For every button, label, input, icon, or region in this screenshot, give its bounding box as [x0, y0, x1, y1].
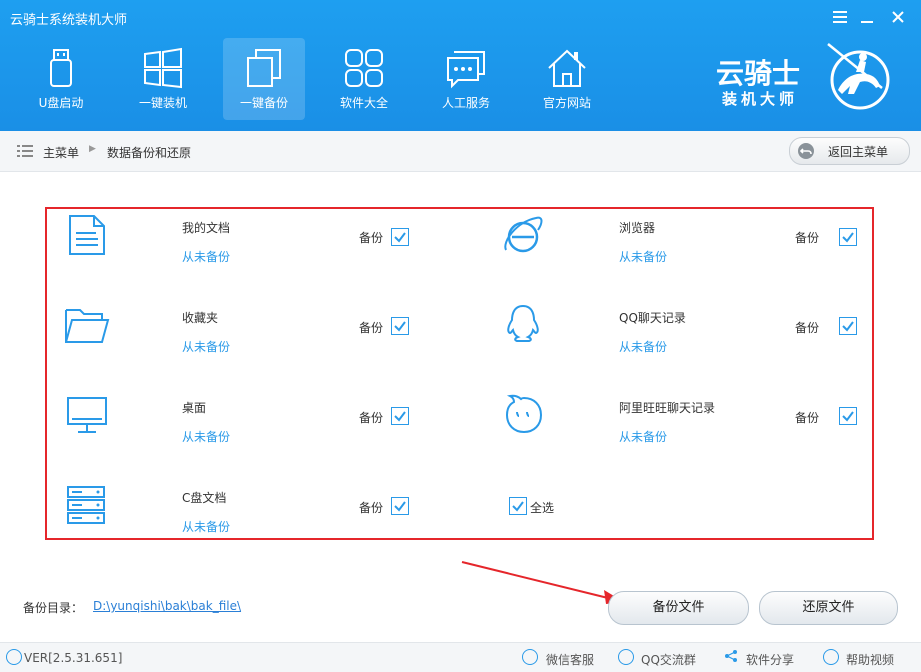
- backup-icon: [247, 49, 281, 87]
- brand-logo: 云骑士 装机大师: [716, 42, 896, 112]
- item-status: 从未备份: [182, 430, 231, 444]
- nav-manual-service[interactable]: 人工服务: [425, 38, 507, 120]
- backup-checkbox-my-documents[interactable]: [391, 228, 409, 246]
- item-name: 阿里旺旺聊天记录: [619, 401, 716, 415]
- backup-label: 备份: [795, 231, 820, 245]
- help-icon: [823, 649, 839, 665]
- annotation-arrow: [461, 561, 624, 604]
- item-name: 收藏夹: [182, 311, 219, 325]
- item-status: 从未备份: [619, 430, 668, 444]
- apps-icon: [345, 49, 383, 87]
- backup-items-panel: [45, 207, 874, 540]
- home-icon: [548, 49, 586, 87]
- select-all-checkbox[interactable]: [509, 497, 527, 515]
- item-name: 浏览器: [619, 221, 656, 235]
- nav-usb-boot[interactable]: U盘启动: [20, 38, 102, 120]
- monitor-icon: [67, 397, 107, 433]
- brand-line1: 云骑士: [716, 57, 801, 90]
- item-status: 从未备份: [182, 520, 231, 534]
- nav-label: 官方网站: [542, 96, 591, 110]
- list-icon: [17, 145, 33, 157]
- backup-checkbox-qq-chat[interactable]: [839, 317, 857, 335]
- nav-label: U盘启动: [38, 96, 84, 110]
- item-status: 从未备份: [619, 340, 668, 354]
- back-to-main-button[interactable]: 返回主菜单: [789, 137, 910, 165]
- item-status: 从未备份: [182, 340, 231, 354]
- knight-logo-icon: [827, 43, 890, 110]
- nav-one-click-install[interactable]: 一键装机: [122, 38, 204, 120]
- wechat-icon: [522, 649, 538, 665]
- item-status: 从未备份: [182, 250, 231, 264]
- windows-icon: [144, 47, 182, 89]
- backup-checkbox-wangwang-chat[interactable]: [839, 407, 857, 425]
- backup-label: 备份: [359, 231, 384, 245]
- brand-line2: 装机大师: [722, 90, 799, 108]
- help-video-link[interactable]: 帮助视频: [846, 651, 894, 668]
- qq-icon: [507, 304, 539, 342]
- breadcrumb: 主菜单 ▶ 数据备份和还原: [0, 131, 921, 172]
- nav-one-click-backup[interactable]: 一键备份: [223, 38, 305, 120]
- item-name: 桌面: [182, 401, 207, 415]
- backup-checkbox-favorites[interactable]: [391, 317, 409, 335]
- nav-label: 人工服务: [441, 96, 490, 110]
- backup-checkbox-desktop[interactable]: [391, 407, 409, 425]
- backup-label: 备份: [359, 411, 384, 425]
- backup-label: 备份: [795, 321, 820, 335]
- server-icon: [67, 486, 105, 524]
- close-icon[interactable]: [886, 6, 910, 30]
- nav-label: 软件大全: [339, 96, 388, 110]
- version-label: VER[2.5.31.651]: [24, 651, 123, 665]
- minimize-icon[interactable]: [855, 6, 879, 30]
- ie-browser-icon: [504, 216, 543, 253]
- software-share-link[interactable]: 软件分享: [746, 651, 794, 668]
- backup-label: 备份: [359, 321, 384, 335]
- qq-group-icon: [618, 649, 634, 665]
- back-arrow-icon: [798, 143, 814, 159]
- qq-group-link[interactable]: QQ交流群: [641, 651, 696, 668]
- backup-checkbox-browser[interactable]: [839, 228, 857, 246]
- backup-checkbox-c-drive-documents[interactable]: [391, 497, 409, 515]
- usb-icon: [50, 49, 72, 87]
- nav-label: 一键装机: [138, 96, 187, 110]
- breadcrumb-current: 数据备份和还原: [107, 146, 192, 160]
- footer-bar: VER[2.5.31.651] 微信客服 QQ交流群 软件分享 帮助视频: [0, 642, 921, 672]
- nav-official-site[interactable]: 官方网站: [526, 38, 608, 120]
- restore-files-button[interactable]: 还原文件: [759, 591, 898, 625]
- backup-label: 备份: [795, 411, 820, 425]
- backup-dir-path-link[interactable]: D:\yunqishi\bak\bak_file\: [93, 599, 241, 613]
- wechat-support-link[interactable]: 微信客服: [546, 651, 594, 668]
- backup-label: 备份: [359, 501, 384, 515]
- version-icon: [6, 649, 22, 665]
- select-all-label[interactable]: 全选: [530, 499, 554, 516]
- breadcrumb-root[interactable]: 主菜单: [43, 144, 79, 161]
- menu-icon[interactable]: [828, 6, 852, 30]
- item-status: 从未备份: [619, 250, 668, 264]
- header-bar: 云骑士系统装机大师 U盘启动 一键装机 一键备份 软件大全 人工服务 官方网站 …: [0, 0, 921, 131]
- app-title: 云骑士系统装机大师: [10, 13, 128, 28]
- chat-icon: [447, 51, 485, 89]
- item-name: C盘文档: [182, 491, 227, 505]
- share-icon: [724, 649, 738, 666]
- back-button-label: 返回主菜单: [828, 145, 889, 159]
- wangwang-icon: [505, 394, 543, 434]
- nav-software[interactable]: 软件大全: [323, 38, 405, 120]
- nav-label: 一键备份: [239, 96, 288, 110]
- document-icon: [69, 215, 105, 255]
- breadcrumb-arrow-icon: ▶: [89, 144, 96, 154]
- backup-files-button[interactable]: 备份文件: [608, 591, 749, 625]
- item-name: 我的文档: [182, 221, 231, 235]
- item-name: QQ聊天记录: [619, 311, 686, 325]
- folder-icon: [65, 309, 110, 343]
- backup-dir-label: 备份目录：: [23, 601, 84, 615]
